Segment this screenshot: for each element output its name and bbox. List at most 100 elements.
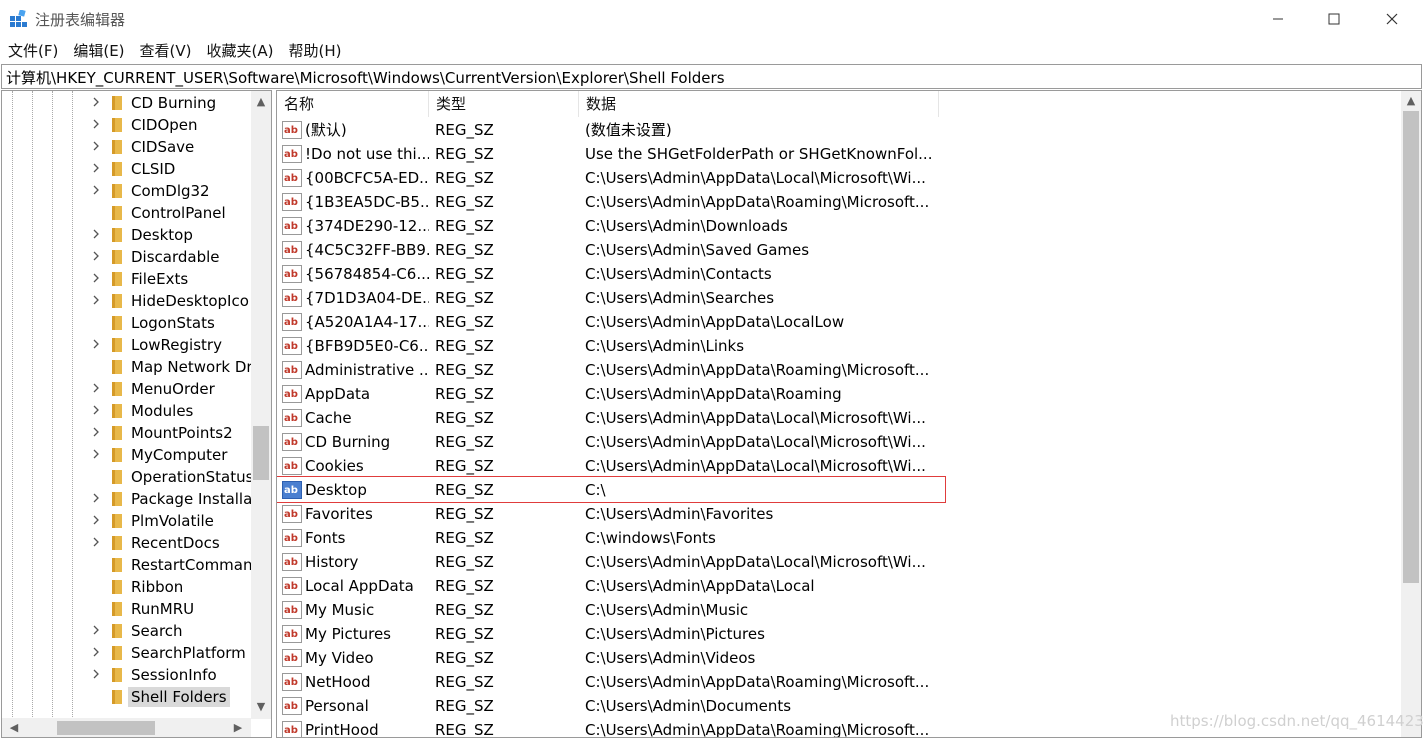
- tree-item[interactable]: CLSID: [2, 158, 250, 180]
- tree-item-label: SearchPlatform: [131, 644, 246, 662]
- chevron-right-icon[interactable]: [91, 491, 103, 507]
- tree-item[interactable]: CIDSave: [2, 136, 250, 158]
- tree-item[interactable]: CIDOpen: [2, 114, 250, 136]
- tree-item[interactable]: ComDlg32: [2, 180, 250, 202]
- column-header-type[interactable]: 类型: [429, 91, 579, 117]
- tree-item[interactable]: LogonStats: [2, 312, 250, 334]
- chevron-right-icon[interactable]: [91, 535, 103, 551]
- maximize-button[interactable]: [1306, 0, 1362, 38]
- value-row[interactable]: ab {1B3EA5DC-B5... REG_SZ C:\Users\Admin\Ap…: [277, 190, 1401, 214]
- value-row[interactable]: ab AppData REG_SZ C:\Users\Admin\AppData\Ro…: [277, 382, 1401, 406]
- value-row[interactable]: ab Fonts REG_SZ C:\windows\Fonts: [277, 526, 1401, 550]
- value-row[interactable]: ab My Pictures REG_SZ C:\Users\Admin\Pictur…: [277, 622, 1401, 646]
- tree-item[interactable]: Modules: [2, 400, 250, 422]
- string-value-icon: ab: [282, 265, 302, 283]
- chevron-right-icon[interactable]: [91, 271, 103, 287]
- scroll-left-icon[interactable]: ◀: [6, 720, 22, 736]
- chevron-right-icon[interactable]: [91, 183, 103, 199]
- chevron-right-icon[interactable]: [91, 381, 103, 397]
- value-row[interactable]: ab Administrative ... REG_SZ C:\Users\Admin…: [277, 358, 1401, 382]
- tree-item[interactable]: CD Burning: [2, 92, 250, 114]
- column-header-name[interactable]: 名称: [277, 91, 429, 117]
- chevron-right-icon[interactable]: [91, 513, 103, 529]
- tree-vertical-scrollbar[interactable]: ▲ ▼: [251, 91, 271, 719]
- chevron-right-icon[interactable]: [91, 337, 103, 353]
- value-row[interactable]: ab {BFB9D5E0-C6... REG_SZ C:\Users\Admin\Li…: [277, 334, 1401, 358]
- tree-item[interactable]: Discardable: [2, 246, 250, 268]
- value-row[interactable]: ab NetHood REG_SZ C:\Users\Admin\AppData\Ro…: [277, 670, 1401, 694]
- value-row[interactable]: ab Cache REG_SZ C:\Users\Admin\AppData\Loca…: [277, 406, 1401, 430]
- value-row[interactable]: ab My Video REG_SZ C:\Users\Admin\Videos: [277, 646, 1401, 670]
- tree-item[interactable]: PlmVolatile: [2, 510, 250, 532]
- menu-help[interactable]: 帮助(H): [280, 38, 348, 62]
- menu-edit[interactable]: 编辑(E): [65, 38, 131, 62]
- value-row[interactable]: ab {374DE290-12... REG_SZ C:\Users\Admin\Do…: [277, 214, 1401, 238]
- scroll-up-icon[interactable]: ▲: [1403, 93, 1419, 109]
- value-row[interactable]: ab {56784854-C6... REG_SZ C:\Users\Admin\Co…: [277, 262, 1401, 286]
- chevron-right-icon[interactable]: [91, 623, 103, 639]
- values-vertical-scrollbar[interactable]: ▲: [1401, 91, 1421, 737]
- column-header-data[interactable]: 数据: [579, 91, 939, 117]
- tree-item[interactable]: Shell Folders: [2, 686, 250, 708]
- value-row[interactable]: ab (默认) REG_SZ (数值未设置): [277, 118, 1401, 142]
- tree-item[interactable]: Package Installat: [2, 488, 258, 510]
- tree-item[interactable]: OperationStatus: [2, 466, 253, 488]
- tree-item[interactable]: Desktop: [2, 224, 250, 246]
- chevron-right-icon[interactable]: [91, 667, 103, 683]
- chevron-right-icon[interactable]: [91, 249, 103, 265]
- scroll-up-icon[interactable]: ▲: [253, 94, 269, 110]
- tree-item[interactable]: Ribbon: [2, 576, 250, 598]
- chevron-right-icon[interactable]: [91, 293, 103, 309]
- value-row[interactable]: ab {A520A1A4-17... REG_SZ C:\Users\Admin\Ap…: [277, 310, 1401, 334]
- close-button[interactable]: [1364, 0, 1420, 38]
- minimize-button[interactable]: [1250, 0, 1306, 38]
- tree-item[interactable]: RestartComman: [2, 554, 253, 576]
- tree-item[interactable]: MenuOrder: [2, 378, 250, 400]
- value-row[interactable]: ab {7D1D3A04-DE... REG_SZ C:\Users\Admin\Se…: [277, 286, 1401, 310]
- string-value-icon: ab: [282, 697, 302, 715]
- tree-vscroll-thumb[interactable]: [253, 426, 269, 480]
- address-bar[interactable]: 计算机\HKEY_CURRENT_USER\Software\Microsoft…: [1, 64, 1422, 89]
- tree-item[interactable]: RecentDocs: [2, 532, 250, 554]
- values-vscroll-thumb[interactable]: [1403, 111, 1419, 583]
- value-row[interactable]: ab History REG_SZ C:\Users\Admin\AppData\Lo…: [277, 550, 1401, 574]
- value-data: C:\Users\Admin\Saved Games: [585, 241, 810, 259]
- chevron-right-icon[interactable]: [91, 425, 103, 441]
- menu-favorites[interactable]: 收藏夹(A): [199, 38, 281, 62]
- value-row[interactable]: ab Local AppData REG_SZ C:\Users\Admin\AppD…: [277, 574, 1401, 598]
- tree-item[interactable]: LowRegistry: [2, 334, 250, 356]
- menu-view[interactable]: 查看(V): [132, 38, 199, 62]
- tree-item[interactable]: MountPoints2: [2, 422, 250, 444]
- chevron-right-icon[interactable]: [91, 403, 103, 419]
- scroll-right-icon[interactable]: ▶: [230, 720, 246, 736]
- chevron-right-icon[interactable]: [91, 645, 103, 661]
- chevron-right-icon[interactable]: [91, 161, 103, 177]
- tree-item[interactable]: Map Network Dr: [2, 356, 253, 378]
- value-row[interactable]: ab {4C5C32FF-BB9... REG_SZ C:\Users\Admin\S…: [277, 238, 1401, 262]
- tree-item[interactable]: FileExts: [2, 268, 250, 290]
- chevron-right-icon[interactable]: [91, 95, 103, 111]
- chevron-right-icon[interactable]: [91, 227, 103, 243]
- tree-hscroll-thumb[interactable]: [57, 721, 155, 735]
- chevron-right-icon[interactable]: [91, 117, 103, 133]
- chevron-right-icon[interactable]: [91, 139, 103, 155]
- tree-item[interactable]: HideDesktopIco: [2, 290, 250, 312]
- svg-text:ab: ab: [284, 629, 298, 640]
- tree-item[interactable]: ControlPanel: [2, 202, 250, 224]
- tree-horizontal-scrollbar[interactable]: ◀ ▶: [2, 718, 251, 737]
- tree-item[interactable]: RunMRU: [2, 598, 250, 620]
- value-row[interactable]: ab {00BCFC5A-ED... REG_SZ C:\Users\Admin\Ap…: [277, 166, 1401, 190]
- value-row[interactable]: ab Favorites REG_SZ C:\Users\Admin\Favorite…: [277, 502, 1401, 526]
- value-row[interactable]: ab Cookies REG_SZ C:\Users\Admin\AppData\Lo…: [277, 454, 1401, 478]
- menu-file[interactable]: 文件(F): [0, 38, 65, 62]
- value-row[interactable]: ab CD Burning REG_SZ C:\Users\Admin\AppData…: [277, 430, 1401, 454]
- value-row[interactable]: ab My Music REG_SZ C:\Users\Admin\Music: [277, 598, 1401, 622]
- tree-item[interactable]: MyComputer: [2, 444, 250, 466]
- value-name: {7D1D3A04-DE...: [305, 289, 429, 307]
- scroll-down-icon[interactable]: ▼: [253, 699, 269, 715]
- value-row[interactable]: ab !Do not use thi... REG_SZ Use the SHGetF…: [277, 142, 1401, 166]
- tree-item[interactable]: Search: [2, 620, 250, 642]
- tree-item[interactable]: SessionInfo: [2, 664, 250, 686]
- chevron-right-icon[interactable]: [91, 447, 103, 463]
- tree-item[interactable]: SearchPlatform: [2, 642, 250, 664]
